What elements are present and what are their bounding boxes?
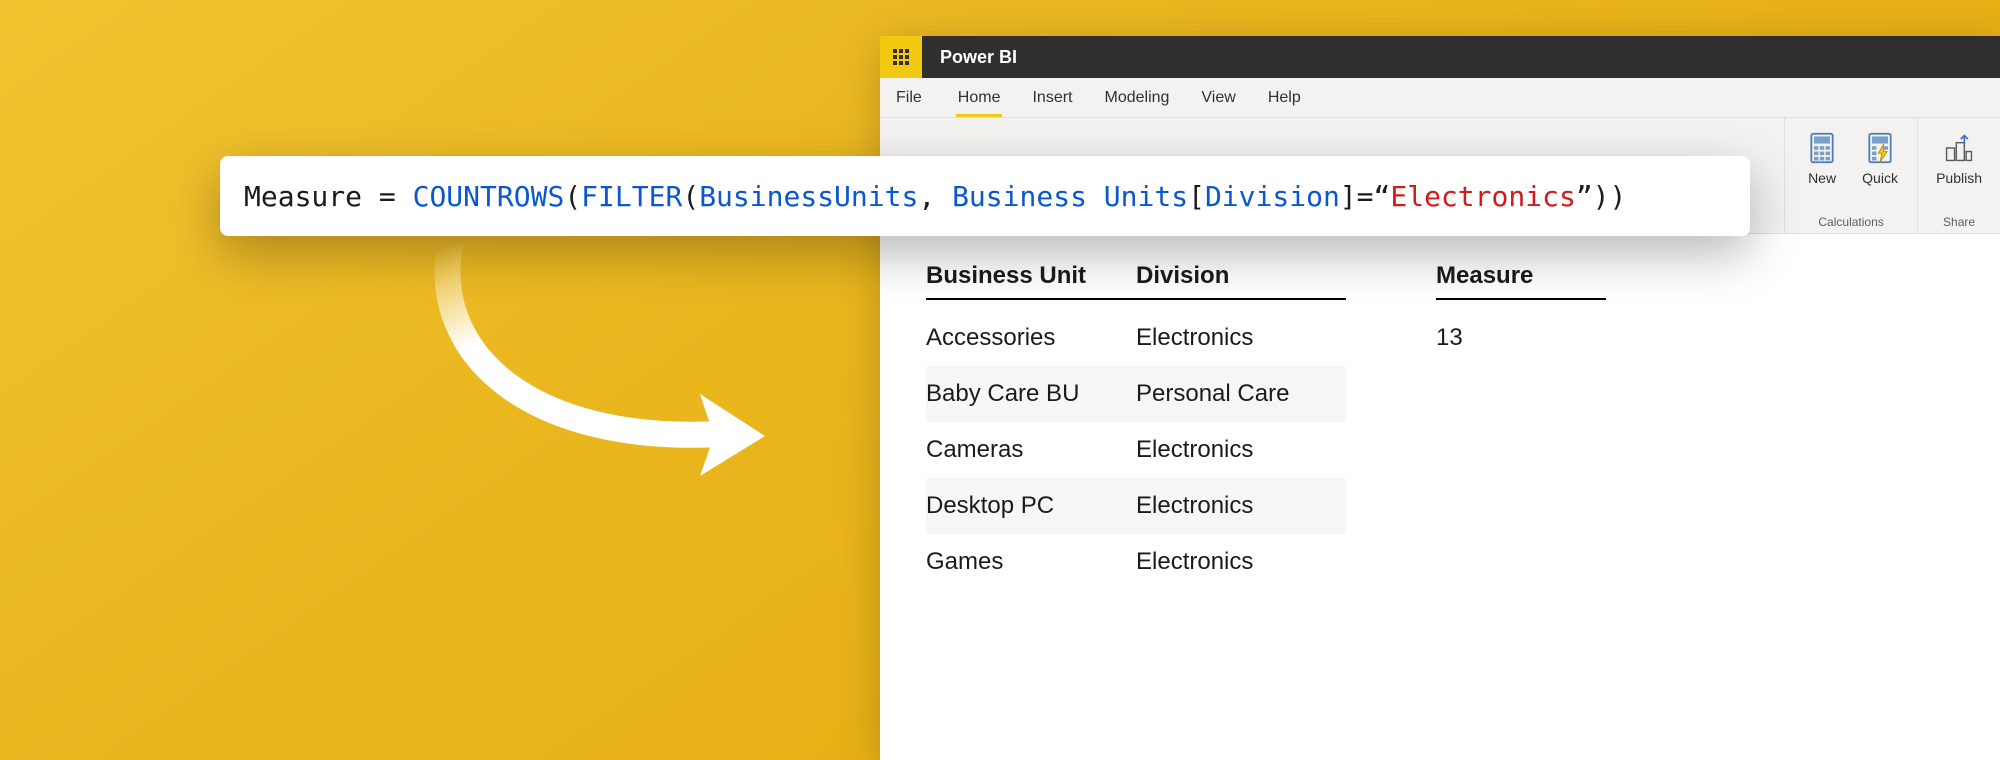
ribbon-group-calculations: New Quick <box>1784 118 1917 233</box>
table-header-division: Division <box>1136 262 1346 290</box>
quick-measure-button[interactable]: Quick <box>1851 124 1909 211</box>
menu-help[interactable]: Help <box>1252 78 1317 117</box>
menu-file[interactable]: File <box>880 78 942 117</box>
formula-table-ref: Business Units <box>952 180 1188 213</box>
formula-column-ref: Division <box>1205 180 1340 213</box>
power-bi-window: Power BI File Home Insert Modeling View … <box>880 36 2000 760</box>
publish-label: Publish <box>1936 170 1982 186</box>
ribbon-group-calculations-label: Calculations <box>1793 211 1909 233</box>
cell-division: Electronics <box>1136 436 1346 464</box>
publish-button[interactable]: Publish <box>1926 124 1992 211</box>
table-row: Cameras Electronics <box>926 422 1346 478</box>
publish-icon <box>1941 130 1977 166</box>
business-units-table: Business Unit Division Accessories Elect… <box>926 262 1346 590</box>
app-title: Power BI <box>940 47 1017 68</box>
report-canvas: Business Unit Division Accessories Elect… <box>880 234 2000 618</box>
title-bar: Power BI <box>880 36 2000 78</box>
formula-string-literal: Electronics <box>1390 180 1575 213</box>
annotation-arrow <box>370 244 790 504</box>
calculator-lightning-icon <box>1862 130 1898 166</box>
cell-division: Electronics <box>1136 548 1346 576</box>
ribbon-group-share: Publish Share <box>1917 118 2000 233</box>
menu-bar: File Home Insert Modeling View Help <box>880 78 2000 118</box>
table-row: Accessories Electronics <box>926 310 1346 366</box>
cell-business-unit: Baby Care BU <box>926 380 1136 408</box>
measure-value: 13 <box>1436 310 1606 366</box>
cell-business-unit: Accessories <box>926 324 1136 352</box>
table-row: Desktop PC Electronics <box>926 478 1346 534</box>
menu-home[interactable]: Home <box>942 78 1017 117</box>
cell-business-unit: Games <box>926 548 1136 576</box>
measure-output-table: Measure 13 <box>1436 262 1606 590</box>
cell-business-unit: Cameras <box>926 436 1136 464</box>
dax-formula-bar[interactable]: Measure = COUNTROWS(FILTER(BusinessUnits… <box>220 156 1750 236</box>
calculator-icon <box>1804 130 1840 166</box>
formula-lhs: Measure <box>244 180 362 213</box>
quick-measure-label: Quick <box>1862 170 1898 186</box>
menu-insert[interactable]: Insert <box>1016 78 1088 117</box>
formula-function-countrows: COUNTROWS <box>413 180 565 213</box>
cell-division: Electronics <box>1136 492 1346 520</box>
waffle-icon <box>893 49 909 65</box>
menu-view[interactable]: View <box>1185 78 1251 117</box>
formula-function-filter: FILTER <box>581 180 682 213</box>
app-launcher-button[interactable] <box>880 36 922 78</box>
cell-division: Personal Care <box>1136 380 1346 408</box>
formula-table-ref: BusinessUnits <box>699 180 918 213</box>
table-row: Baby Care BU Personal Care <box>926 366 1346 422</box>
table-header-business-unit: Business Unit <box>926 262 1136 290</box>
ribbon-group-share-label: Share <box>1926 211 1992 233</box>
cell-division: Electronics <box>1136 324 1346 352</box>
new-measure-button[interactable]: New <box>1793 124 1851 211</box>
new-measure-label: New <box>1808 170 1836 186</box>
measure-header: Measure <box>1436 262 1606 300</box>
menu-modeling[interactable]: Modeling <box>1088 78 1185 117</box>
cell-business-unit: Desktop PC <box>926 492 1136 520</box>
table-row: Games Electronics <box>926 534 1346 590</box>
